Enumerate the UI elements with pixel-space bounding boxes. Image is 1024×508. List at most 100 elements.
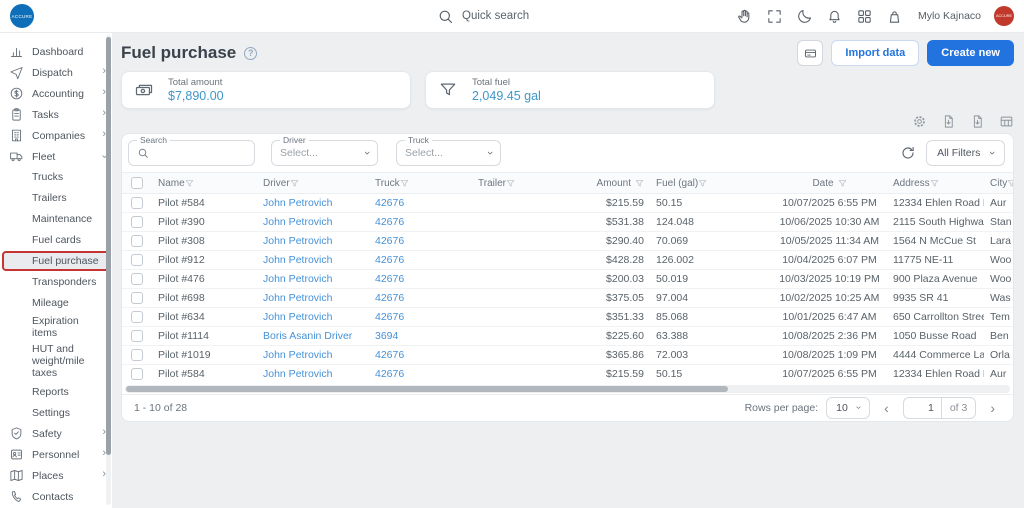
settings-icon[interactable] xyxy=(912,114,927,129)
table-row[interactable]: Pilot #584John Petrovich42676$215.5950.1… xyxy=(122,194,1013,213)
row-checkbox[interactable] xyxy=(131,330,143,342)
table-row[interactable]: Pilot #1114Boris Asanin Driver3694$225.6… xyxy=(122,327,1013,346)
truck-select[interactable]: Truck Select... › xyxy=(396,140,501,166)
sidebar-scrollbar-thumb[interactable] xyxy=(106,37,111,455)
driver-link[interactable]: John Petrovich xyxy=(263,273,332,285)
sidebar-item-fuel-purchase[interactable]: Fuel purchase xyxy=(2,251,110,271)
driver-link[interactable]: John Petrovich xyxy=(263,311,332,323)
horizontal-scrollbar-thumb[interactable] xyxy=(126,386,728,392)
truck-link[interactable]: 42676 xyxy=(375,349,404,361)
table-row[interactable]: Pilot #390John Petrovich42676$531.38124.… xyxy=(122,213,1013,232)
table-row[interactable]: Pilot #634John Petrovich42676$351.3385.0… xyxy=(122,308,1013,327)
column-header-truck[interactable]: Truck xyxy=(369,173,472,194)
column-header-driver[interactable]: Driver xyxy=(257,173,369,194)
sidebar-item-hut-and-weight-mile-taxes[interactable]: HUT and weight/mile taxes xyxy=(0,341,112,381)
sidebar-item-safety[interactable]: Safety› xyxy=(0,423,112,444)
row-checkbox[interactable] xyxy=(131,254,143,266)
driver-link[interactable]: John Petrovich xyxy=(263,254,332,266)
driver-select[interactable]: Driver Select... › xyxy=(271,140,378,166)
column-header-amount[interactable]: Amount xyxy=(584,173,650,194)
hand-icon[interactable] xyxy=(736,8,753,25)
bag-icon[interactable] xyxy=(886,8,903,25)
avatar[interactable]: ACCURE xyxy=(994,6,1014,26)
sidebar-item-fleet[interactable]: Fleet› xyxy=(0,146,112,167)
row-checkbox[interactable] xyxy=(131,273,143,285)
row-checkbox[interactable] xyxy=(131,197,143,209)
sidebar-item-trailers[interactable]: Trailers xyxy=(0,188,112,209)
filter-icon[interactable] xyxy=(185,179,194,188)
rows-per-page-select[interactable]: 10 › xyxy=(826,397,870,419)
page-number-input[interactable]: 1 xyxy=(903,397,941,419)
filter-icon[interactable] xyxy=(834,179,847,188)
sidebar-item-fuel-cards[interactable]: Fuel cards xyxy=(0,230,112,251)
truck-link[interactable]: 42676 xyxy=(375,235,404,247)
row-checkbox[interactable] xyxy=(131,292,143,304)
filter-icon[interactable] xyxy=(930,179,939,188)
filter-icon[interactable] xyxy=(1007,179,1013,188)
filter-icon[interactable] xyxy=(698,179,707,188)
row-checkbox[interactable] xyxy=(131,311,143,323)
driver-link[interactable]: John Petrovich xyxy=(263,235,332,247)
apps-icon[interactable] xyxy=(856,8,873,25)
file-export-icon[interactable] xyxy=(941,114,956,129)
driver-link[interactable]: John Petrovich xyxy=(263,292,332,304)
sidebar-item-personnel[interactable]: Personnel› xyxy=(0,444,112,465)
quick-search[interactable]: Quick search xyxy=(437,8,587,25)
table-row[interactable]: Pilot #476John Petrovich42676$200.0350.0… xyxy=(122,270,1013,289)
previous-page-button[interactable]: ‹ xyxy=(878,401,895,415)
filter-icon[interactable] xyxy=(631,179,644,188)
sidebar-item-mileage[interactable]: Mileage xyxy=(0,292,112,313)
truck-link[interactable]: 42676 xyxy=(375,273,404,285)
driver-link[interactable]: John Petrovich xyxy=(263,349,332,361)
truck-link[interactable]: 42676 xyxy=(375,216,404,228)
import-data-button[interactable]: Import data xyxy=(831,40,919,66)
table-row[interactable]: Pilot #584John Petrovich42676$215.5950.1… xyxy=(122,365,1013,384)
table-row[interactable]: Pilot #308John Petrovich42676$290.4070.0… xyxy=(122,232,1013,251)
truck-link[interactable]: 3694 xyxy=(375,330,398,342)
sidebar-item-companies[interactable]: Companies› xyxy=(0,125,112,146)
create-new-button[interactable]: Create new xyxy=(927,40,1014,66)
table-columns-icon[interactable] xyxy=(999,114,1014,129)
truck-link[interactable]: 42676 xyxy=(375,311,404,323)
truck-link[interactable]: 42676 xyxy=(375,254,404,266)
next-page-button[interactable]: › xyxy=(984,401,1001,415)
column-header-address[interactable]: Address xyxy=(887,173,984,194)
sidebar-item-tasks[interactable]: Tasks› xyxy=(0,104,112,125)
driver-link[interactable]: John Petrovich xyxy=(263,197,332,209)
column-header-trailer[interactable]: Trailer xyxy=(472,173,584,194)
filter-icon[interactable] xyxy=(400,179,409,188)
row-checkbox[interactable] xyxy=(131,349,143,361)
driver-link[interactable]: Boris Asanin Driver xyxy=(263,330,352,342)
user-name[interactable]: Mylo Kajnaco xyxy=(918,10,981,22)
column-header-date[interactable]: Date xyxy=(772,173,887,194)
bell-icon[interactable] xyxy=(826,8,843,25)
sidebar-item-settings[interactable]: Settings xyxy=(0,402,112,423)
filter-icon[interactable] xyxy=(506,179,515,188)
truck-link[interactable]: 42676 xyxy=(375,368,404,380)
table-row[interactable]: Pilot #698John Petrovich42676$375.0597.0… xyxy=(122,289,1013,308)
table-row[interactable]: Pilot #912John Petrovich42676$428.28126.… xyxy=(122,251,1013,270)
sidebar-item-maintenance[interactable]: Maintenance xyxy=(0,209,112,230)
truck-link[interactable]: 42676 xyxy=(375,292,404,304)
info-icon[interactable]: ? xyxy=(244,47,257,60)
sidebar-item-dispatch[interactable]: Dispatch› xyxy=(0,62,112,83)
truck-link[interactable]: 42676 xyxy=(375,197,404,209)
row-checkbox[interactable] xyxy=(131,368,143,380)
table-row[interactable]: Pilot #1019John Petrovich42676$365.8672.… xyxy=(122,346,1013,365)
all-filters-button[interactable]: All Filters › xyxy=(926,140,1005,166)
sidebar-item-contacts[interactable]: Contacts xyxy=(0,486,112,507)
file-export-2-icon[interactable] xyxy=(970,114,985,129)
column-header-city[interactable]: City xyxy=(984,173,1013,194)
driver-link[interactable]: John Petrovich xyxy=(263,368,332,380)
filter-icon[interactable] xyxy=(290,179,299,188)
row-checkbox[interactable] xyxy=(131,235,143,247)
column-header-name[interactable]: Name xyxy=(152,173,257,194)
column-header-fuel-gal[interactable]: Fuel (gal) xyxy=(650,173,772,194)
sidebar-item-accounting[interactable]: Accounting› xyxy=(0,83,112,104)
sidebar-item-dashboard[interactable]: Dashboard xyxy=(0,41,112,62)
app-logo[interactable]: ACCURE xyxy=(10,4,34,28)
row-checkbox[interactable] xyxy=(131,216,143,228)
refresh-icon[interactable] xyxy=(900,145,916,161)
sidebar-item-reports[interactable]: Reports xyxy=(0,381,112,402)
search-input[interactable]: Search xyxy=(128,140,255,166)
